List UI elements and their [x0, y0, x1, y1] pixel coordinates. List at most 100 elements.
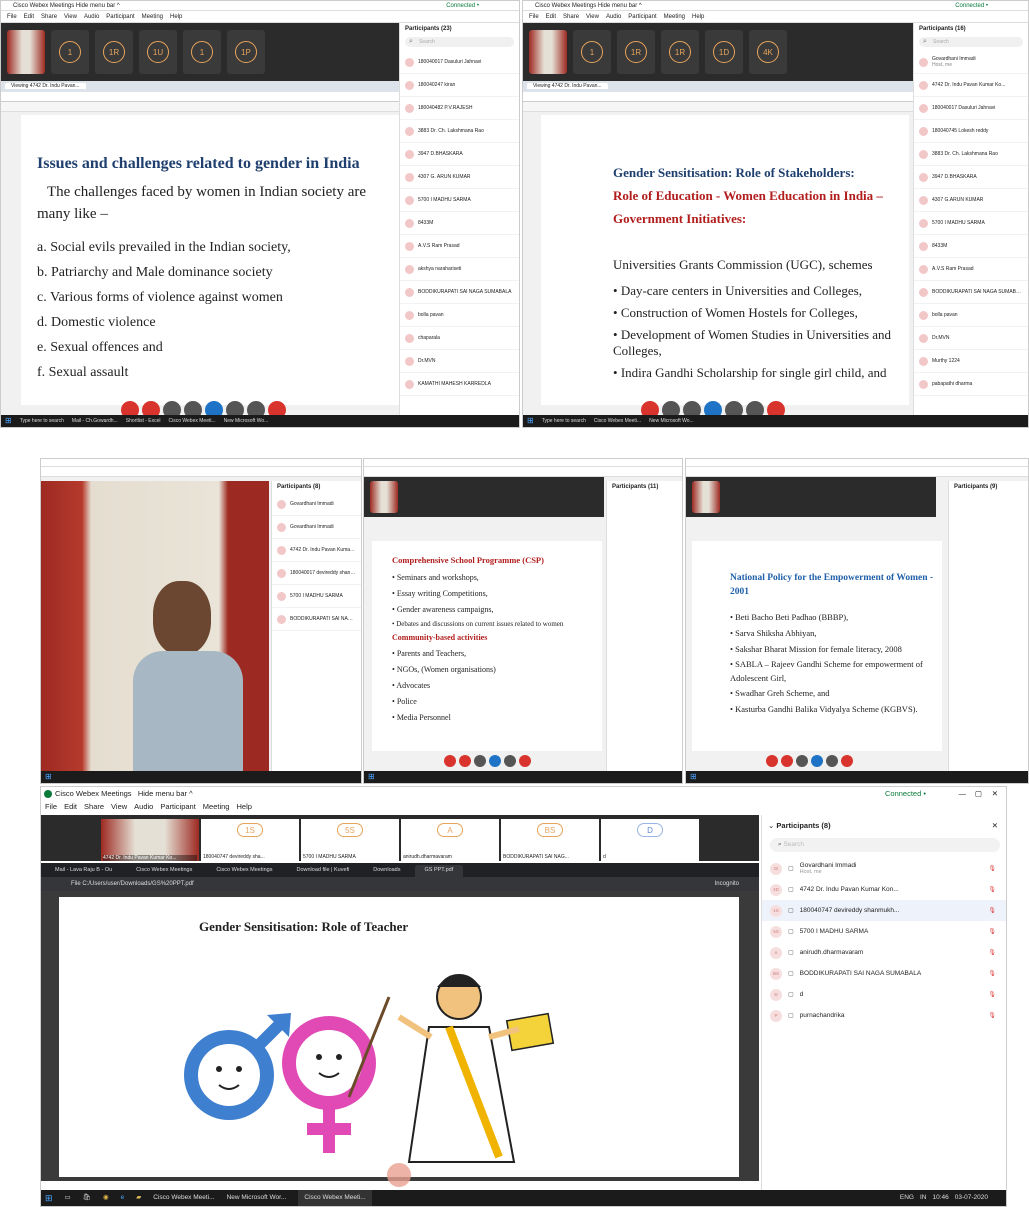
region-indicator[interactable]: IN [920, 1190, 927, 1206]
menu-meeting[interactable]: Meeting [664, 14, 685, 20]
participant-row[interactable]: Govardhani Immadi Host, me [914, 51, 1028, 74]
participant-row[interactable]: 5700 I MADHU SARMA [272, 585, 361, 608]
participant-row[interactable]: 8433M [400, 212, 519, 235]
windows-start-icon[interactable]: ⊞ [45, 771, 52, 783]
participant-row[interactable]: 4742 Dr. Indu Pavan Kumar Ko... [914, 74, 1028, 97]
participant-row[interactable]: Dr.MVN [400, 350, 519, 373]
menu-file[interactable]: File [529, 14, 539, 20]
taskbar-app[interactable]: Cisco Webex Meeti... [594, 415, 641, 427]
participant-thumbnail[interactable]: 4K [749, 30, 787, 74]
menu-view[interactable]: View [586, 14, 599, 20]
taskbar-app[interactable]: Cisco Webex Meeti... [153, 1190, 214, 1206]
menu-meeting[interactable]: Meeting [203, 802, 230, 811]
connection-status[interactable]: Connected • [446, 1, 479, 10]
menu-participant[interactable]: Participant [628, 14, 656, 20]
mute-button[interactable] [444, 755, 456, 767]
menu-help[interactable]: Help [170, 14, 182, 20]
floating-control-button[interactable] [387, 1163, 411, 1187]
browser-tab[interactable]: Mail - Lava Raju B - Ou [45, 865, 122, 877]
participant-thumbnail[interactable]: D d [601, 819, 699, 861]
taskbar-search[interactable]: Type here to search [20, 415, 64, 427]
participant-row[interactable]: 8433M [914, 235, 1028, 258]
taskbar-app[interactable]: Cisco Webex Meeti... [298, 1190, 372, 1206]
participants-button[interactable] [489, 755, 501, 767]
participant-row[interactable]: GI ▢ Govardhani Immadi Host, me 🎙 [762, 858, 1006, 879]
taskbar-search[interactable]: Type here to search [542, 415, 586, 427]
taskbar-app[interactable]: Mail - Ch.Gowardh... [72, 415, 118, 427]
hide-menu-bar[interactable]: Hide menu bar ^ [138, 789, 193, 798]
participant-thumbnail[interactable]: 1R [617, 30, 655, 74]
video-thumbnail[interactable] [692, 481, 720, 513]
participants-button[interactable] [811, 755, 823, 767]
participant-row[interactable]: 4D ▢ 4742 Dr. Indu Pavan Kumar Kon... 🎙 [762, 879, 1006, 900]
edge-icon[interactable]: e [121, 1190, 125, 1206]
participant-row[interactable]: 4307 G.ARUN KUMAR [914, 189, 1028, 212]
participant-row[interactable]: Govardhani Immadi [272, 516, 361, 539]
leave-button[interactable] [841, 755, 853, 767]
participant-row[interactable]: 180040017 devireddy shanmukh... [272, 562, 361, 585]
muted-mic-icon[interactable]: 🎙 [988, 949, 996, 956]
participant-row[interactable]: 180040745 Lokesh reddy [914, 120, 1028, 143]
participant-row[interactable]: bolla pavan [400, 304, 519, 327]
address-bar[interactable] [1, 92, 401, 102]
close-icon[interactable]: ✕ [992, 787, 998, 800]
participant-row[interactable]: 180040017 Dasuluri Jahnavi [400, 51, 519, 74]
maximize-icon[interactable]: ▢ [975, 787, 982, 800]
participant-row[interactable]: bolla pavan [914, 304, 1028, 327]
close-panel-icon[interactable]: ✕ [992, 821, 998, 830]
browser-tab[interactable]: Viewing 4742 Dr. Indu Pavan... [5, 83, 86, 89]
minimize-icon[interactable]: — [959, 787, 967, 800]
participant-thumbnail[interactable]: 1D [705, 30, 743, 74]
video-button[interactable] [781, 755, 793, 767]
browser-tab[interactable]: Cisco Webex Meetings [126, 865, 202, 877]
participant-row[interactable]: 3947 D.BHASKARA [914, 166, 1028, 189]
participant-thumbnail[interactable]: A anirudh.dharmavaram [401, 819, 499, 861]
participant-row[interactable]: 5700 I MADHU SARMA [400, 189, 519, 212]
menu-share[interactable]: Share [84, 802, 104, 811]
participant-thumbnail[interactable]: BS BODDIKURAPATI SAI NAG... [501, 819, 599, 861]
video-thumbnail[interactable]: 4742 Dr. Indu Pavan Kumar Ko... [101, 819, 199, 861]
menu-audio[interactable]: Audio [134, 802, 153, 811]
participant-thumbnail[interactable]: 1S 180040747 devireddy sha... [201, 819, 299, 861]
connection-status[interactable]: Connected • [955, 1, 988, 10]
muted-mic-icon[interactable]: 🎙 [988, 865, 996, 872]
muted-mic-icon[interactable]: 🎙 [988, 1012, 996, 1019]
share-button[interactable] [474, 755, 486, 767]
participant-row[interactable]: Dr.MVN [914, 327, 1028, 350]
address-bar[interactable] [523, 92, 913, 102]
participants-search[interactable]: Search [919, 37, 1023, 47]
speaker-video[interactable] [41, 481, 269, 773]
menu-edit[interactable]: Edit [64, 802, 77, 811]
muted-mic-icon[interactable]: 🎙 [988, 886, 996, 893]
participant-thumbnail[interactable]: 1 [183, 30, 221, 74]
browser-tab[interactable]: Cisco Webex Meetings [206, 865, 282, 877]
participant-row[interactable]: BODDIKURAPATI SAI NAGA SUMABALA [914, 281, 1028, 304]
taskbar-app[interactable]: New Microsoft Wo... [224, 415, 269, 427]
participant-row[interactable]: 3947 D.BHASKARA [400, 143, 519, 166]
participant-row[interactable]: 3883 Dr. Ch. Lakshmana Rao [914, 143, 1028, 166]
video-button[interactable] [459, 755, 471, 767]
chrome-icon[interactable]: ◉ [103, 1190, 109, 1206]
participant-row[interactable]: BS ▢ BODDIKURAPATI SAI NAGA SUMABALA 🎙 [762, 963, 1006, 984]
participant-row[interactable]: A.V.S Ram Prasad [400, 235, 519, 258]
task-view-icon[interactable]: ▭ [65, 1190, 71, 1206]
address-bar[interactable]: File C:/Users/user/Downloads/GS%20PPT.pd… [41, 877, 759, 891]
participant-row[interactable]: Murthy 1224 [914, 350, 1028, 373]
menu-participant[interactable]: Participant [106, 14, 134, 20]
participant-row[interactable]: akshya narahariseti [400, 258, 519, 281]
share-button[interactable] [796, 755, 808, 767]
participant-row[interactable]: BODDIKURAPATI SAI NAGA SUMABALA [400, 281, 519, 304]
menu-edit[interactable]: Edit [24, 14, 34, 20]
participant-row[interactable]: 5S ▢ 5700 I MADHU SARMA 🎙 [762, 921, 1006, 942]
participants-search[interactable]: ⌕ Search [770, 838, 1000, 852]
participants-search[interactable]: Search [405, 37, 514, 47]
menu-audio[interactable]: Audio [84, 14, 99, 20]
participant-thumbnail[interactable]: 1 [51, 30, 89, 74]
taskbar-app[interactable]: New Microsoft Wo... [649, 415, 694, 427]
menu-file[interactable]: File [7, 14, 17, 20]
browser-tab[interactable]: Viewing 4742 Dr. Indu Pavan... [527, 83, 608, 89]
windows-start-icon[interactable]: ⊞ [45, 1190, 53, 1206]
language-indicator[interactable]: ENG [900, 1190, 914, 1206]
menu-help[interactable]: Help [692, 14, 704, 20]
participant-row[interactable]: D ▢ d 🎙 [762, 984, 1006, 1005]
